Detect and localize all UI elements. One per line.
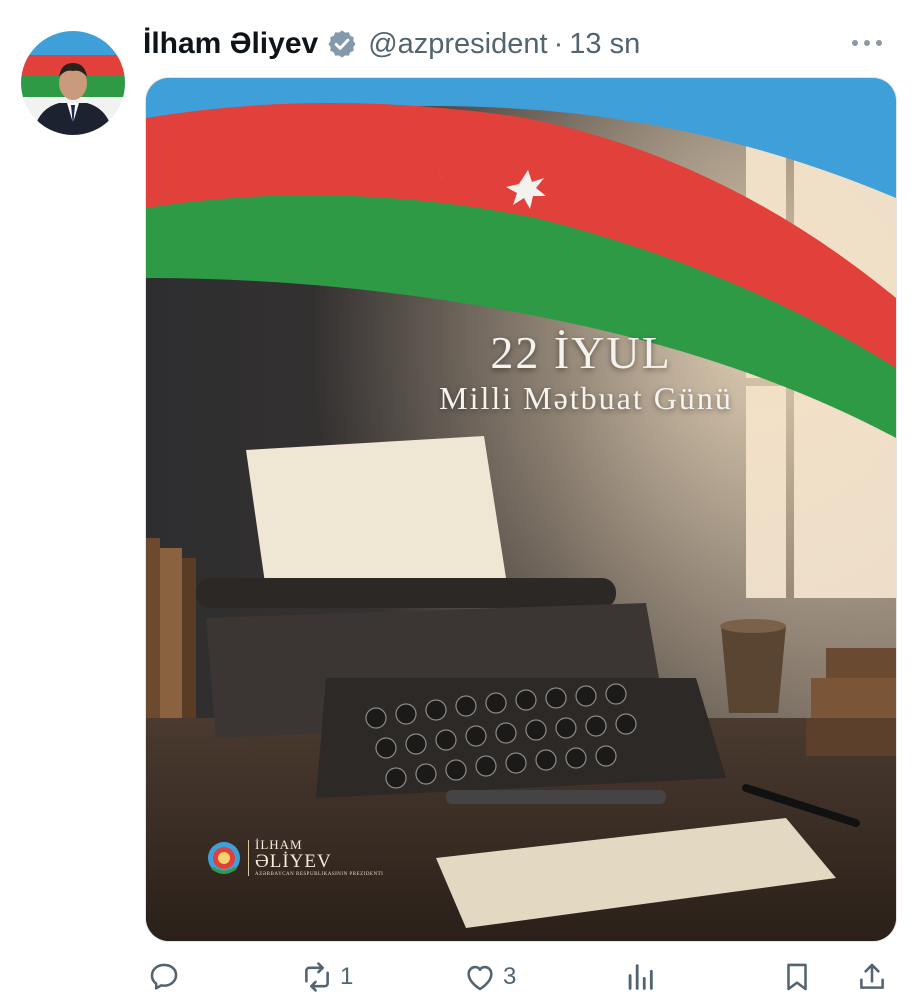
bookmark-icon xyxy=(787,963,807,991)
tweet-media-image[interactable]: 22 İYUL Milli Mətbuat Günü İLHAM ƏLİYEV … xyxy=(145,77,897,942)
reply-button[interactable] xyxy=(147,955,181,999)
avatar-image xyxy=(21,31,125,135)
share-icon xyxy=(860,963,884,989)
press-day-illustration xyxy=(146,78,896,941)
author-handle[interactable]: @azpresident xyxy=(368,28,547,61)
views-button[interactable] xyxy=(623,955,657,999)
tweet-header: İlham Əliyev @azpresident · 13 sn xyxy=(143,22,887,66)
heart-icon xyxy=(467,965,493,991)
like-button[interactable]: 3 xyxy=(463,955,516,999)
author-name[interactable]: İlham Əliyev xyxy=(143,27,318,61)
tweet-actions-bar: 1 3 xyxy=(145,955,895,999)
retweet-button[interactable]: 1 xyxy=(300,955,353,999)
more-options-icon[interactable] xyxy=(847,28,887,58)
separator-dot: · xyxy=(553,27,564,60)
logo-first-name: İLHAM xyxy=(255,837,303,852)
press-day-title: Milli Mətbuat Günü xyxy=(439,380,733,416)
logo-last-name: ƏLİYEV xyxy=(255,851,332,872)
views-icon xyxy=(628,964,653,990)
state-emblem-icon xyxy=(208,841,240,874)
logo-subtitle: AZƏRBAYCAN RESPUBLİKASININ PREZİDENTİ xyxy=(255,872,384,877)
timestamp[interactable]: 13 sn xyxy=(569,28,640,61)
president-logo: İLHAM ƏLİYEV AZƏRBAYCAN RESPUBLİKASININ … xyxy=(206,838,383,877)
verified-badge-icon xyxy=(326,28,358,60)
like-count: 3 xyxy=(503,963,517,990)
share-button[interactable] xyxy=(855,955,889,999)
reply-icon xyxy=(150,963,178,990)
avatar[interactable] xyxy=(21,31,125,135)
retweet-count: 1 xyxy=(340,963,354,990)
bookmark-button[interactable] xyxy=(780,955,814,999)
press-day-date: 22 İYUL xyxy=(490,327,672,378)
retweet-icon xyxy=(305,962,329,992)
